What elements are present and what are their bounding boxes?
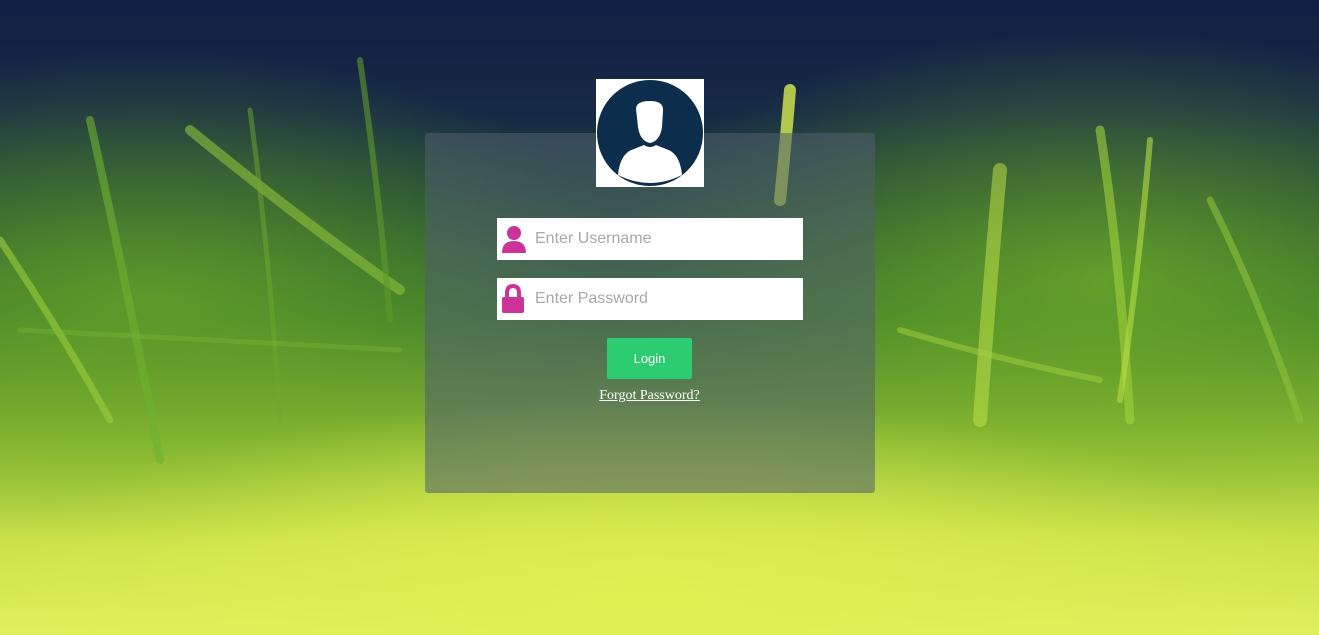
user-avatar-icon [597,80,703,186]
forgot-password-link[interactable]: Forgot Password? [599,388,699,403]
username-input[interactable] [533,229,797,249]
username-field [497,218,803,260]
password-field [497,278,803,320]
user-icon [502,226,526,253]
forgot-password-link-row: Forgot Password? [0,388,1299,404]
lock-icon [502,284,524,313]
avatar [596,79,704,187]
login-button[interactable]: Login [607,338,692,379]
password-input[interactable] [533,289,797,309]
